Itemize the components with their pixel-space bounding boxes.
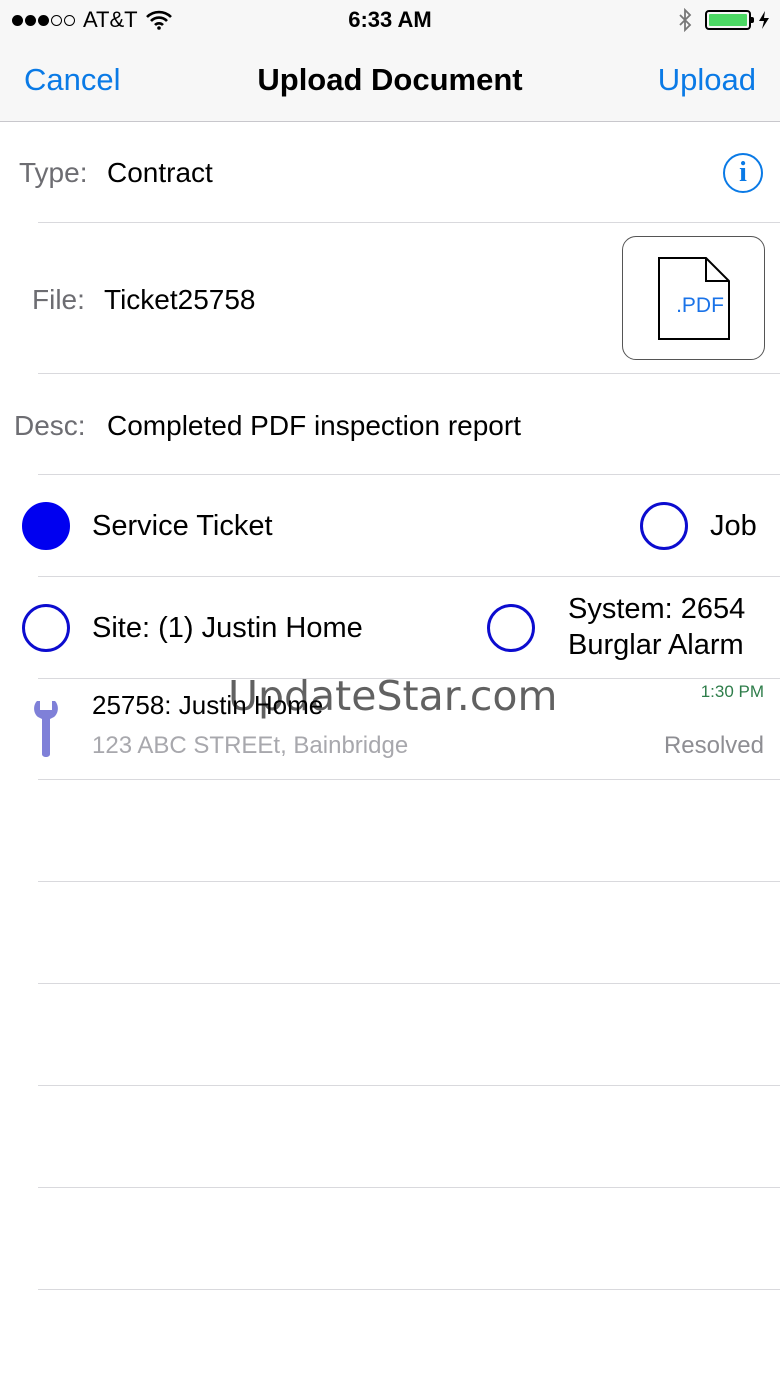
- job-radio[interactable]: [640, 502, 688, 550]
- pdf-icon-text: .PDF: [676, 294, 724, 317]
- job-label: Job: [710, 510, 757, 542]
- ticket-time: 1:30 PM: [700, 682, 764, 701]
- separator: [38, 779, 780, 780]
- separator: [38, 881, 780, 882]
- system-label-line2: Burglar Alarm: [568, 629, 744, 661]
- info-icon[interactable]: i: [723, 153, 763, 193]
- navigation-bar: Cancel Upload Document Upload: [0, 40, 780, 122]
- wrench-icon: [34, 701, 58, 757]
- separator: [38, 222, 780, 223]
- separator: [38, 1289, 780, 1290]
- system-label-line1: System: 2654: [568, 593, 746, 625]
- type-value[interactable]: Contract: [107, 157, 213, 189]
- service-ticket-radio[interactable]: [22, 502, 70, 550]
- desc-value[interactable]: Completed PDF inspection report: [107, 410, 521, 442]
- battery-level: [709, 14, 747, 26]
- pdf-file-icon: .PDF: [658, 257, 730, 340]
- system-radio[interactable]: [487, 604, 535, 652]
- site-label: Site: (1) Justin Home: [92, 612, 363, 644]
- file-label: File:: [32, 284, 85, 315]
- separator: [38, 576, 780, 577]
- battery-icon: [705, 10, 754, 30]
- upload-button[interactable]: Upload: [658, 62, 756, 98]
- separator: [38, 373, 780, 374]
- charging-icon: [759, 11, 769, 29]
- ticket-status: Resolved: [663, 732, 764, 759]
- separator: [38, 983, 780, 984]
- site-radio[interactable]: [22, 604, 70, 652]
- status-bar: AT&T 6:33 AM: [0, 0, 780, 40]
- separator: [38, 474, 780, 475]
- status-right: [677, 6, 770, 34]
- service-ticket-label: Service Ticket: [92, 510, 273, 542]
- pdf-file-button[interactable]: .PDF: [622, 236, 765, 360]
- bluetooth-icon: [679, 8, 692, 32]
- watermark: UpdateStar.com: [228, 672, 558, 720]
- status-time: 6:33 AM: [348, 7, 432, 32]
- file-value: Ticket25758: [104, 284, 256, 315]
- type-label: Type:: [19, 157, 88, 188]
- separator: [38, 1085, 780, 1086]
- separator: [38, 1187, 780, 1188]
- ticket-address: 123 ABC STREEt, Bainbridge: [92, 732, 409, 759]
- desc-label: Desc:: [14, 410, 86, 441]
